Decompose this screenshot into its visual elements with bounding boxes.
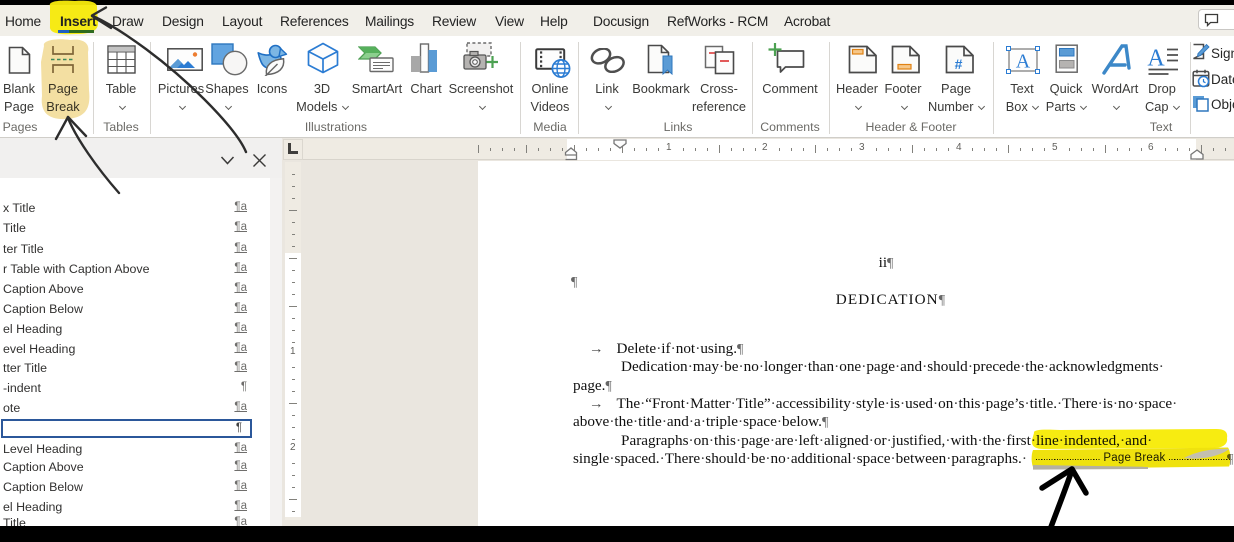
svg-text:A: A bbox=[1016, 51, 1031, 73]
svg-text:#: # bbox=[955, 56, 963, 72]
svg-text:A: A bbox=[1147, 46, 1165, 72]
